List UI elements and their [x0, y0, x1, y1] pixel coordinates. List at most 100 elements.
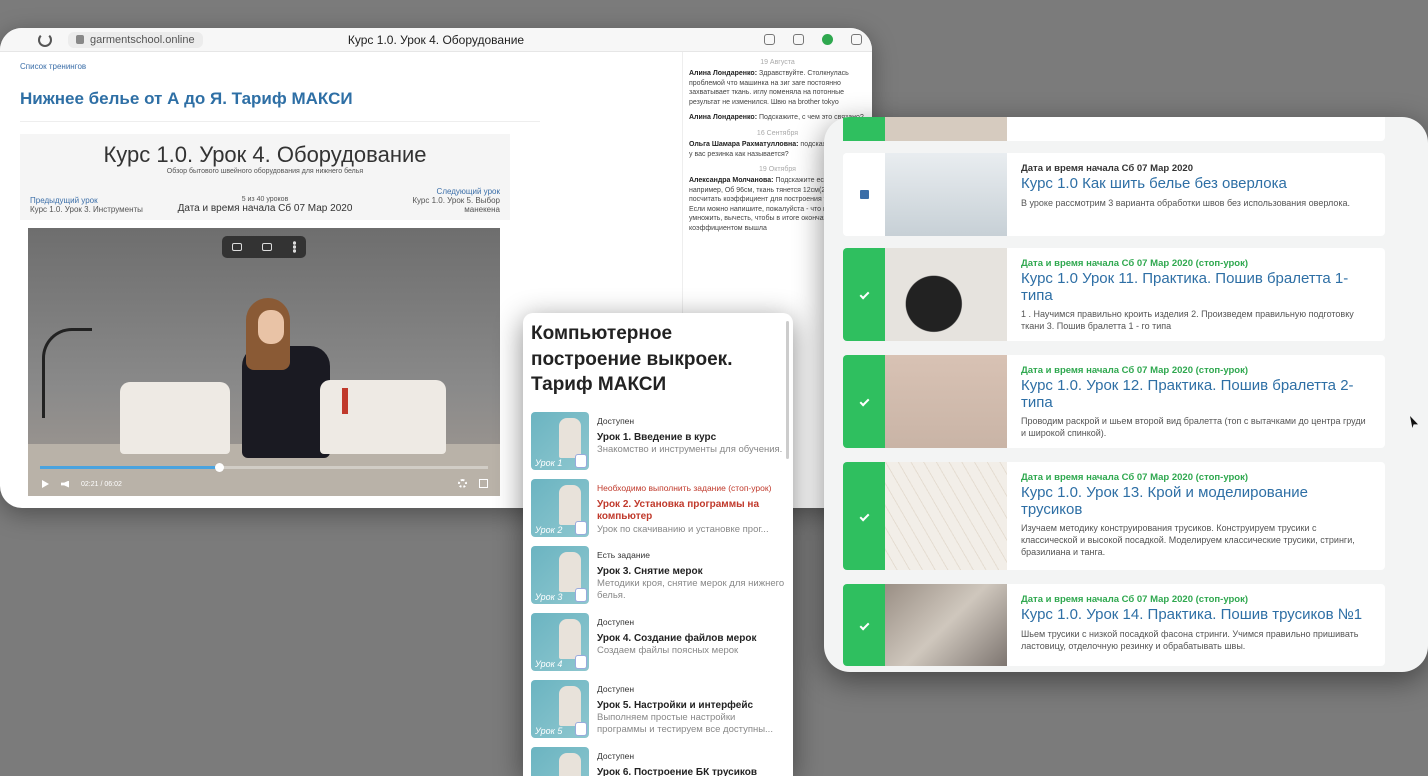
thumb-label: Урок 2 — [535, 524, 563, 535]
lesson-count: 5 из 40 уроков — [241, 196, 289, 203]
device-icon — [575, 654, 587, 669]
video-scene-sewing-machine-2 — [320, 380, 446, 454]
completed-status — [843, 462, 885, 570]
lesson-list-item[interactable]: Урок 3 Есть задание Урок 3. Снятие мерок… — [523, 545, 793, 613]
video-player[interactable]: 02:21 / 06:02 — [28, 228, 500, 496]
chat-author: Алина Лондаренко: — [689, 114, 758, 122]
url-text: garmentschool.online — [90, 33, 195, 46]
url-field[interactable]: garmentschool.online — [68, 31, 203, 48]
lesson-header: Курс 1.0. Урок 4. Оборудование Обзор быт… — [20, 134, 510, 220]
device-icon — [575, 587, 587, 602]
lesson-thumbnail: Урок 4 — [531, 612, 589, 671]
device-icon — [575, 453, 587, 468]
lesson-list-item[interactable]: Урок 4 Доступен Урок 4. Создание файлов … — [523, 612, 793, 680]
next-lesson-link[interactable]: Следующий урок Курс 1.0. Урок 5. Выбор м… — [380, 187, 500, 214]
lesson-image — [885, 462, 1007, 570]
prev-lesson-link[interactable]: Предыдущий урок Курс 1.0. Урок 3. Инстру… — [30, 196, 150, 214]
bookmark-icon[interactable] — [793, 34, 804, 45]
list-item[interactable] — [843, 117, 1385, 141]
lesson-desc: В уроке рассмотрим 3 варианта обработки … — [1021, 197, 1351, 208]
lesson-card[interactable]: Дата и время начала Сб 07 Мар 2020 (стоп… — [843, 584, 1385, 666]
video-scene-sewing-machine — [120, 382, 230, 454]
lesson-name: Урок 3. Снятие мерок — [597, 565, 703, 577]
lesson-desc: Выполняем простые настройки программы и … — [597, 712, 773, 735]
divider — [20, 121, 540, 122]
lessons-progress-panel: Дата и время начала Сб 07 Мар 2020 Курс … — [824, 117, 1428, 672]
lesson-status: Доступен — [597, 683, 635, 694]
lesson-subtitle: Обзор бытового швейного оборудования для… — [166, 168, 364, 175]
device-icon — [575, 721, 587, 736]
lesson-card[interactable]: Дата и время начала Сб 07 Мар 2020 (стоп… — [843, 355, 1385, 448]
lesson-list-item[interactable]: Урок 1 Доступен Урок 1. Введение в курс … — [523, 411, 793, 479]
lesson-date: Дата и время начала Сб 07 Мар 2020 (стоп… — [1021, 365, 1248, 376]
lesson-list-item[interactable]: Урок 5 Доступен Урок 5. Настройки и инте… — [523, 679, 793, 747]
chat-date: 19 Августа — [760, 59, 795, 66]
lesson-thumbnail: Урок 6 — [531, 746, 589, 776]
lessons-list: Урок 1 Доступен Урок 1. Введение в курс … — [523, 411, 793, 776]
chat-author: Алина Лондаренко: — [689, 70, 758, 78]
lesson-thumbnail: Урок 5 — [531, 679, 589, 738]
lesson-title[interactable]: Курс 1.0. Урок 12. Практика. Пошив брале… — [1021, 377, 1373, 411]
lesson-status: Доступен — [597, 616, 635, 627]
lesson-card[interactable]: Дата и время начала Сб 07 Мар 2020 (стоп… — [843, 462, 1385, 570]
pip-icon[interactable] — [262, 243, 273, 251]
video-progress-knob[interactable] — [215, 463, 225, 472]
subtitles-icon[interactable] — [232, 243, 243, 251]
video-controls: 02:21 / 06:02 — [28, 462, 500, 496]
lesson-list-item[interactable]: Урок 2 Необходимо выполнить задание (сто… — [523, 478, 793, 546]
lesson-date: Дата и время начала Сб 07 Мар 2020 (стоп… — [1021, 594, 1248, 605]
settings-icon[interactable] — [458, 479, 467, 488]
lesson-card[interactable]: Дата и время начала Сб 07 Мар 2020 (стоп… — [843, 248, 1385, 341]
lesson-card[interactable]: Дата и время начала Сб 07 Мар 2020 Курс … — [843, 153, 1385, 236]
lesson-status: Есть задание — [597, 549, 650, 560]
lesson-status: Доступен — [597, 750, 635, 761]
video-progress-bar[interactable] — [40, 463, 488, 472]
scrollbar[interactable] — [786, 321, 789, 459]
lesson-name: Урок 2. Установка программы на компьютер — [597, 498, 760, 523]
lesson-desc: Проводим раскрой и шьем второй вид брале… — [1021, 416, 1366, 439]
lesson-name: Урок 1. Введение в курс — [597, 431, 717, 443]
volume-icon[interactable] — [61, 480, 69, 488]
lesson-title[interactable]: Курс 1.0. Урок 13. Крой и моделирование … — [1021, 484, 1373, 518]
lesson-date: Дата и время начала Сб 07 Мар 2020 — [177, 203, 353, 214]
lesson-title[interactable]: Курс 1.0 Как шить белье без оверлока — [1021, 175, 1373, 193]
profile-icon[interactable] — [851, 34, 862, 45]
check-icon — [859, 396, 869, 407]
lesson-thumbnail: Урок 2 — [531, 478, 589, 537]
scheduled-status — [843, 153, 885, 236]
lesson-heading: Курс 1.0. Урок 4. Оборудование — [103, 142, 427, 167]
address-bar: garmentschool.online Курс 1.0. Урок 4. О… — [0, 28, 872, 52]
lesson-title[interactable]: Курс 1.0 Урок 11. Практика. Пошив бралет… — [1021, 270, 1373, 304]
thumb-label: Урок 4 — [535, 658, 563, 669]
lesson-image — [885, 355, 1007, 448]
lesson-desc: Знакомство и инструменты для обучения. — [597, 444, 783, 456]
lesson-date: Дата и время начала Сб 07 Мар 2020 (стоп… — [1021, 258, 1248, 269]
video-time: 02:21 / 06:02 — [81, 480, 122, 488]
fullscreen-icon[interactable] — [479, 479, 488, 488]
lesson-thumbnail: Урок 3 — [531, 545, 589, 604]
video-scene-presenter — [236, 298, 332, 458]
more-icon[interactable] — [292, 241, 296, 253]
chat-author: Ольга Шамара Рахматулловна: — [689, 141, 799, 149]
check-icon — [859, 511, 869, 521]
lesson-date: Дата и время начала Сб 07 Мар 2020 (стоп… — [1021, 472, 1248, 483]
completed-status — [843, 248, 885, 341]
reload-icon[interactable] — [38, 32, 52, 47]
lesson-list-item[interactable]: Урок 6 Доступен Урок 6. Построение БК тр… — [523, 746, 793, 776]
play-icon[interactable] — [42, 480, 49, 488]
check-icon — [859, 289, 869, 300]
lesson-status: Доступен — [597, 415, 635, 426]
lesson-desc: 1 . Научимся правильно кроить изделия 2.… — [1021, 309, 1354, 332]
extension-icon[interactable] — [822, 34, 833, 45]
breadcrumb[interactable]: Список тренингов — [20, 62, 662, 71]
video-scene-iron — [42, 328, 92, 418]
lesson-title[interactable]: Курс 1.0. Урок 14. Практика. Пошив труси… — [1021, 606, 1373, 624]
chat-icon[interactable] — [764, 34, 775, 45]
thumb-label: Урок 5 — [535, 725, 563, 736]
lesson-thumbnail: Урок 1 — [531, 411, 589, 470]
lesson-name: Урок 4. Создание файлов мерок — [597, 632, 757, 644]
lesson-name: Урок 5. Настройки и интерфейс — [597, 699, 754, 711]
completed-status — [843, 584, 885, 666]
calendar-icon — [859, 190, 869, 199]
chat-author: Александра Молчанова: — [689, 177, 774, 185]
